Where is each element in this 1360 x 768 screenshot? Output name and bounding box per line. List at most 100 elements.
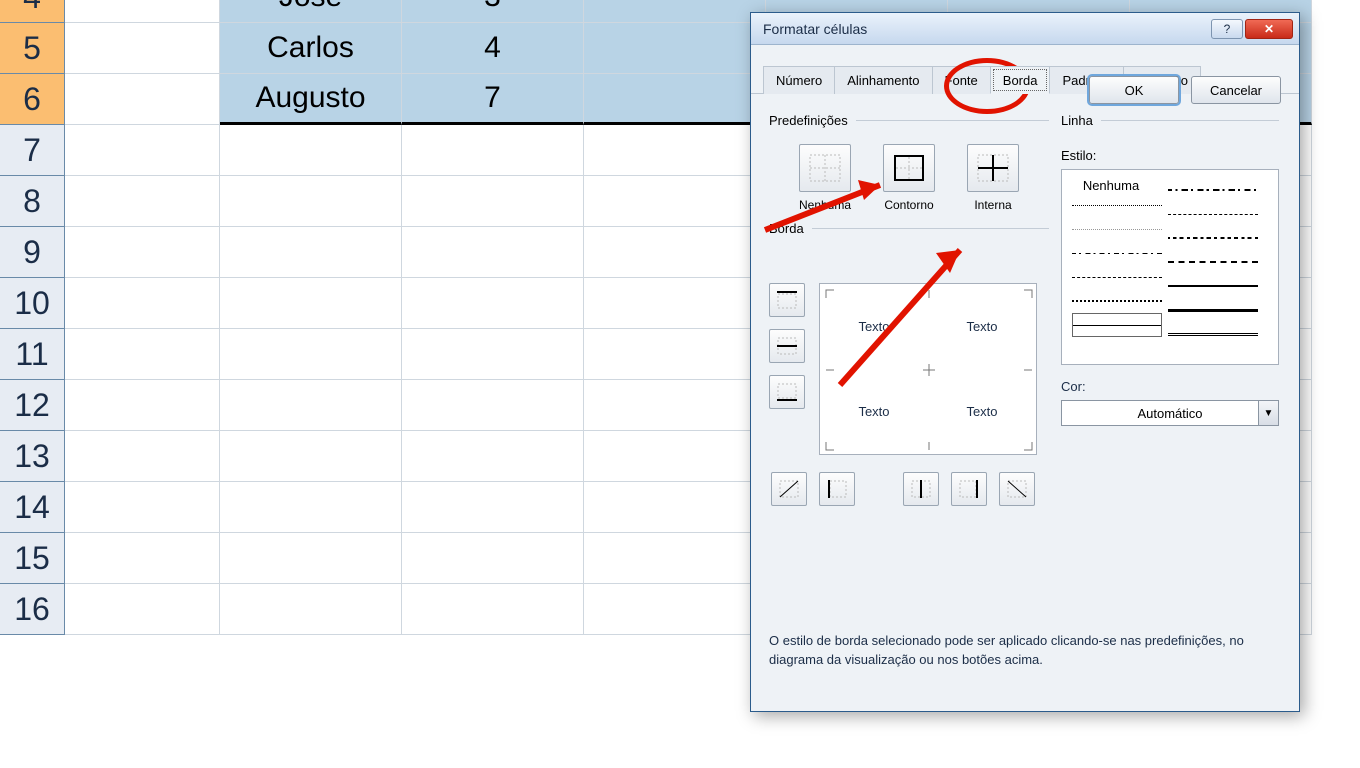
color-dropdown[interactable]: Automático ▼ bbox=[1061, 400, 1279, 426]
cell[interactable]: Carlos bbox=[220, 23, 402, 74]
cell[interactable] bbox=[65, 482, 220, 533]
cell[interactable] bbox=[584, 74, 766, 125]
row-header[interactable]: 9 bbox=[0, 227, 65, 278]
preset-inside-button[interactable] bbox=[967, 144, 1019, 192]
border-diag-down-button[interactable] bbox=[999, 472, 1035, 506]
format-cells-dialog: Formatar células ? ✕ Número Alinhamento … bbox=[750, 12, 1300, 712]
cell[interactable] bbox=[65, 125, 220, 176]
cell[interactable] bbox=[65, 278, 220, 329]
row-header[interactable]: 16 bbox=[0, 584, 65, 635]
help-button[interactable]: ? bbox=[1211, 19, 1243, 39]
chevron-down-icon[interactable]: ▼ bbox=[1258, 401, 1278, 425]
row-header[interactable]: 15 bbox=[0, 533, 65, 584]
cell[interactable]: 7 bbox=[402, 74, 584, 125]
cell[interactable]: 4 bbox=[402, 23, 584, 74]
border-top-button[interactable] bbox=[769, 283, 805, 317]
cell[interactable] bbox=[65, 533, 220, 584]
tab-numero[interactable]: Número bbox=[763, 66, 835, 94]
border-diag-up-button[interactable] bbox=[771, 472, 807, 506]
cell[interactable] bbox=[584, 533, 766, 584]
row-header[interactable]: 10 bbox=[0, 278, 65, 329]
cell[interactable] bbox=[220, 380, 402, 431]
border-group-label: Borda bbox=[769, 221, 812, 236]
row-header[interactable]: 6 bbox=[0, 74, 65, 125]
cell[interactable] bbox=[65, 74, 220, 125]
cell[interactable] bbox=[584, 176, 766, 227]
cell[interactable] bbox=[402, 278, 584, 329]
cell[interactable] bbox=[402, 176, 584, 227]
cell[interactable] bbox=[584, 329, 766, 380]
cell[interactable] bbox=[220, 482, 402, 533]
preset-outline-button[interactable] bbox=[883, 144, 935, 192]
cell[interactable]: Jose bbox=[220, 0, 402, 23]
border-hmid-button[interactable] bbox=[769, 329, 805, 363]
cell[interactable] bbox=[402, 329, 584, 380]
cell[interactable] bbox=[65, 380, 220, 431]
preset-outline-label: Contorno bbox=[879, 198, 939, 212]
title-bar[interactable]: Formatar células ? ✕ bbox=[751, 13, 1299, 45]
cell[interactable] bbox=[220, 278, 402, 329]
cell[interactable] bbox=[65, 431, 220, 482]
cell[interactable] bbox=[584, 227, 766, 278]
cancel-button[interactable]: Cancelar bbox=[1191, 76, 1281, 104]
cell[interactable] bbox=[402, 431, 584, 482]
style-none[interactable]: Nenhuma bbox=[1072, 178, 1150, 193]
cell[interactable] bbox=[65, 23, 220, 74]
cell[interactable] bbox=[584, 278, 766, 329]
cell[interactable] bbox=[65, 0, 220, 23]
cell[interactable] bbox=[65, 584, 220, 635]
cell[interactable]: Augusto bbox=[220, 74, 402, 125]
style-label: Estilo: bbox=[1061, 148, 1279, 163]
border-left-button[interactable] bbox=[819, 472, 855, 506]
preset-none-button[interactable] bbox=[799, 144, 851, 192]
preview-text: Texto bbox=[820, 369, 928, 454]
cell[interactable] bbox=[584, 380, 766, 431]
cell[interactable] bbox=[65, 176, 220, 227]
cell[interactable] bbox=[220, 533, 402, 584]
cell[interactable] bbox=[220, 431, 402, 482]
row-header[interactable]: 12 bbox=[0, 380, 65, 431]
row-header[interactable]: 5 bbox=[0, 23, 65, 74]
line-style-list[interactable]: Nenhuma bbox=[1061, 169, 1279, 365]
ok-button[interactable]: OK bbox=[1089, 76, 1179, 104]
cell[interactable]: 3 bbox=[402, 0, 584, 23]
cell[interactable] bbox=[65, 227, 220, 278]
cell[interactable] bbox=[402, 584, 584, 635]
row-header[interactable]: 4 bbox=[0, 0, 65, 23]
row-header[interactable]: 11 bbox=[0, 329, 65, 380]
cell[interactable] bbox=[220, 227, 402, 278]
presets-group-label: Predefinições bbox=[769, 113, 856, 128]
row-header[interactable]: 7 bbox=[0, 125, 65, 176]
cell[interactable] bbox=[402, 125, 584, 176]
dialog-body: Predefinições Nenhuma Contorno bbox=[751, 94, 1299, 118]
cell[interactable] bbox=[402, 482, 584, 533]
cell[interactable] bbox=[584, 482, 766, 533]
cell[interactable] bbox=[402, 533, 584, 584]
cell[interactable] bbox=[584, 584, 766, 635]
cell[interactable] bbox=[584, 0, 766, 23]
row-header[interactable]: 8 bbox=[0, 176, 65, 227]
preset-inside-label: Interna bbox=[963, 198, 1023, 212]
tab-fonte[interactable]: Fonte bbox=[932, 66, 991, 94]
cell[interactable] bbox=[584, 125, 766, 176]
border-bottom-button[interactable] bbox=[769, 375, 805, 409]
cell[interactable] bbox=[220, 125, 402, 176]
close-button[interactable]: ✕ bbox=[1245, 19, 1293, 39]
cell[interactable] bbox=[584, 431, 766, 482]
cell[interactable] bbox=[584, 23, 766, 74]
row-header[interactable]: 13 bbox=[0, 431, 65, 482]
tab-alinhamento[interactable]: Alinhamento bbox=[834, 66, 932, 94]
row-header[interactable]: 14 bbox=[0, 482, 65, 533]
border-right-button[interactable] bbox=[951, 472, 987, 506]
cell[interactable] bbox=[402, 380, 584, 431]
cell[interactable] bbox=[220, 176, 402, 227]
tab-borda[interactable]: Borda bbox=[990, 66, 1051, 94]
cell[interactable] bbox=[65, 329, 220, 380]
cell[interactable] bbox=[220, 584, 402, 635]
cell[interactable] bbox=[402, 227, 584, 278]
border-vmid-button[interactable] bbox=[903, 472, 939, 506]
cell[interactable] bbox=[220, 329, 402, 380]
preview-text: Texto bbox=[928, 284, 1036, 369]
border-preview[interactable]: Texto Texto Texto Texto bbox=[819, 283, 1037, 455]
color-value: Automático bbox=[1137, 406, 1202, 421]
